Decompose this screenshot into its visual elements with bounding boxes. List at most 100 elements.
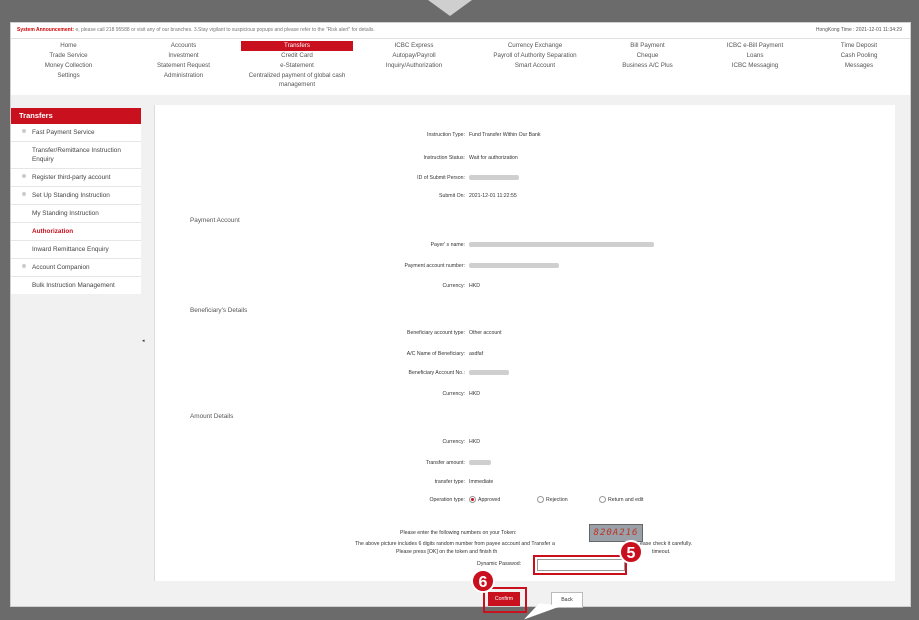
token-instruction: Please enter the following numbers on yo… bbox=[400, 530, 517, 536]
beneficiary-currency-value: HKD bbox=[469, 391, 480, 397]
sidebar-item-authorization[interactable]: Authorization bbox=[11, 223, 141, 241]
main-panel: Instruction Type: Fund Transfer Within O… bbox=[154, 105, 895, 620]
step-6-badge: 6 bbox=[471, 569, 495, 593]
announcement-text: e, please call 218 95588 or visit any of… bbox=[75, 27, 375, 33]
operation-rejection-label: Rejection bbox=[546, 496, 568, 503]
sidebar-item-bulk-instruction[interactable]: Bulk Instruction Management bbox=[11, 277, 141, 294]
operation-rejection-option[interactable]: Rejection bbox=[537, 496, 568, 503]
transfer-amount-redacted bbox=[469, 460, 491, 465]
instruction-type-label: Instruction Type: bbox=[427, 132, 465, 138]
menu-time-deposit[interactable]: Time Deposit bbox=[810, 41, 908, 51]
status-value: Wait for authorization bbox=[469, 155, 518, 161]
transfer-amount-label: Transfer amount: bbox=[425, 460, 465, 466]
menu-accounts[interactable]: Accounts bbox=[126, 41, 241, 51]
transfer-type-value: Immediate bbox=[469, 479, 494, 485]
submit-on-value: 2021-12-01 11:22:55 bbox=[469, 193, 517, 199]
menu-cheque[interactable]: Cheque bbox=[595, 51, 700, 61]
sidebar-title: Transfers bbox=[11, 108, 141, 124]
operation-approved-label: Approved bbox=[478, 496, 501, 503]
beneficiary-type-label: Beneficiary account type: bbox=[407, 330, 465, 336]
menu-money-collection[interactable]: Money Collection bbox=[11, 61, 126, 71]
sidebar-item-setup-standing[interactable]: Set Up Standing Instruction bbox=[11, 187, 141, 205]
amount-currency-label: Currency: bbox=[442, 439, 466, 445]
radio-approved[interactable] bbox=[469, 496, 476, 503]
menu-messages[interactable]: Messages bbox=[810, 61, 908, 71]
sidebar-item-my-standing[interactable]: My Standing Instruction bbox=[11, 205, 141, 223]
token-press-ok-note: Please press [OK] on the token and finis… bbox=[396, 549, 498, 555]
amount-heading: Amount Details bbox=[190, 413, 234, 420]
operation-return-label: Return and edit bbox=[608, 496, 644, 503]
menu-statement-request[interactable]: Statement Request bbox=[126, 61, 241, 71]
menu-settings[interactable]: Settings bbox=[11, 71, 126, 91]
beneficiary-account-label: Beneficiary Account No.: bbox=[408, 370, 465, 376]
sidebar-item-transfer-enquiry[interactable]: Transfer/Remittance Instruction Enquiry bbox=[11, 142, 141, 169]
menu-bill-payment[interactable]: Bill Payment bbox=[595, 41, 700, 51]
menu-icbc-messaging[interactable]: ICBC Messaging bbox=[700, 61, 810, 71]
sidebar: Transfers Fast Payment Service Transfer/… bbox=[11, 108, 141, 294]
announcement-label: System Announcement: bbox=[17, 27, 75, 33]
payment-account-label: Payment account number: bbox=[404, 263, 465, 269]
menu-icbc-ebill[interactable]: ICBC e-Bill Payment bbox=[700, 41, 810, 51]
amount-currency-value: HKD bbox=[469, 439, 480, 445]
transfer-type-label: transfer type: bbox=[434, 479, 465, 485]
menu-estatement[interactable]: e-Statement bbox=[241, 61, 353, 71]
payment-currency-label: Currency: bbox=[442, 283, 466, 289]
sidebar-item-fast-payment[interactable]: Fast Payment Service bbox=[11, 124, 141, 142]
beneficiary-type-value: Other account bbox=[469, 330, 502, 336]
status-label: Instruction Status: bbox=[423, 155, 465, 161]
token-note-tail: ease check it carefully. bbox=[640, 541, 693, 547]
payment-account-heading: Payment Account bbox=[190, 217, 240, 224]
operation-return-option[interactable]: Return and edit bbox=[599, 496, 643, 503]
server-time: HongKong Time : 2021-12-01 11:34:29 bbox=[815, 27, 902, 33]
announcement-bar: System Announcement: e, please call 218 … bbox=[11, 23, 910, 39]
beneficiary-heading: Beneficiary's Details bbox=[190, 307, 248, 314]
sidebar-collapse-icon[interactable]: ◂ bbox=[142, 338, 145, 344]
password-highlight-box bbox=[533, 555, 627, 575]
menu-smart-account[interactable]: Smart Account bbox=[475, 61, 595, 71]
instruction-type-value: Fund Transfer Within Our Bank bbox=[469, 132, 541, 138]
menu-row-2: Trade Service Investment Credit Card Aut… bbox=[11, 51, 910, 61]
token-code-image: 820A216 bbox=[589, 524, 643, 542]
submitter-redacted bbox=[469, 175, 519, 180]
sidebar-item-inward-remittance[interactable]: Inward Remittance Enquiry bbox=[11, 241, 141, 259]
radio-return[interactable] bbox=[599, 496, 606, 503]
operation-approved-option[interactable]: Approved bbox=[469, 496, 500, 503]
submit-on-label: Submit On: bbox=[439, 193, 465, 199]
menu-transfers[interactable]: Transfers bbox=[241, 41, 353, 51]
main-menu: Home Accounts Transfers ICBC Express Cur… bbox=[11, 39, 910, 95]
sidebar-item-register-third-party[interactable]: Register third-party account bbox=[11, 169, 141, 187]
beneficiary-account-redacted bbox=[469, 370, 509, 375]
radio-rejection[interactable] bbox=[537, 496, 544, 503]
step-5-badge: 5 bbox=[619, 540, 643, 564]
menu-row-1: Home Accounts Transfers ICBC Express Cur… bbox=[11, 41, 910, 51]
menu-row-4: Settings Administration Centralized paym… bbox=[11, 71, 910, 91]
menu-currency-exchange[interactable]: Currency Exchange bbox=[475, 41, 595, 51]
operation-type-label: Operation type: bbox=[429, 497, 465, 503]
token-timeout-note: timeout. bbox=[652, 549, 671, 555]
menu-autopay[interactable]: Autopay/Payroll bbox=[353, 51, 475, 61]
sidebar-item-account-companion[interactable]: Account Companion bbox=[11, 259, 141, 277]
beneficiary-name-label: A/C Name of Beneficiary: bbox=[406, 351, 465, 357]
menu-investment[interactable]: Investment bbox=[126, 51, 241, 61]
submitter-label: ID of Submit Person: bbox=[417, 175, 465, 181]
menu-icbc-express[interactable]: ICBC Express bbox=[353, 41, 475, 51]
menu-loans[interactable]: Loans bbox=[700, 51, 810, 61]
menu-payroll-authority[interactable]: Payroll of Authority Separation bbox=[475, 51, 595, 61]
menu-credit-card[interactable]: Credit Card bbox=[241, 51, 353, 61]
dynamic-password-label: Dynamic Passwod: bbox=[477, 561, 521, 567]
dynamic-password-label-head: Dynamic Passwo bbox=[477, 561, 517, 567]
payment-currency-value: HKD bbox=[469, 283, 480, 289]
beneficiary-currency-label: Currency: bbox=[442, 391, 466, 397]
menu-cash-pooling[interactable]: Cash Pooling bbox=[810, 51, 908, 61]
dynamic-password-label-tail: d: bbox=[516, 561, 522, 567]
menu-trade-service[interactable]: Trade Service bbox=[11, 51, 126, 61]
menu-row-3: Money Collection Statement Request e-Sta… bbox=[11, 61, 910, 71]
menu-business-ac-plus[interactable]: Business A/C Plus bbox=[595, 61, 700, 71]
menu-centralized-payment[interactable]: Centralized payment of global cash manag… bbox=[241, 71, 353, 91]
beneficiary-name-value: asdfaf bbox=[469, 351, 484, 357]
menu-home[interactable]: Home bbox=[11, 41, 126, 51]
menu-administration[interactable]: Administration bbox=[126, 71, 241, 91]
payment-account-redacted bbox=[469, 263, 559, 268]
menu-inquiry-authorization[interactable]: Inquiry/Authorization bbox=[353, 61, 475, 71]
top-notch bbox=[428, 0, 472, 16]
